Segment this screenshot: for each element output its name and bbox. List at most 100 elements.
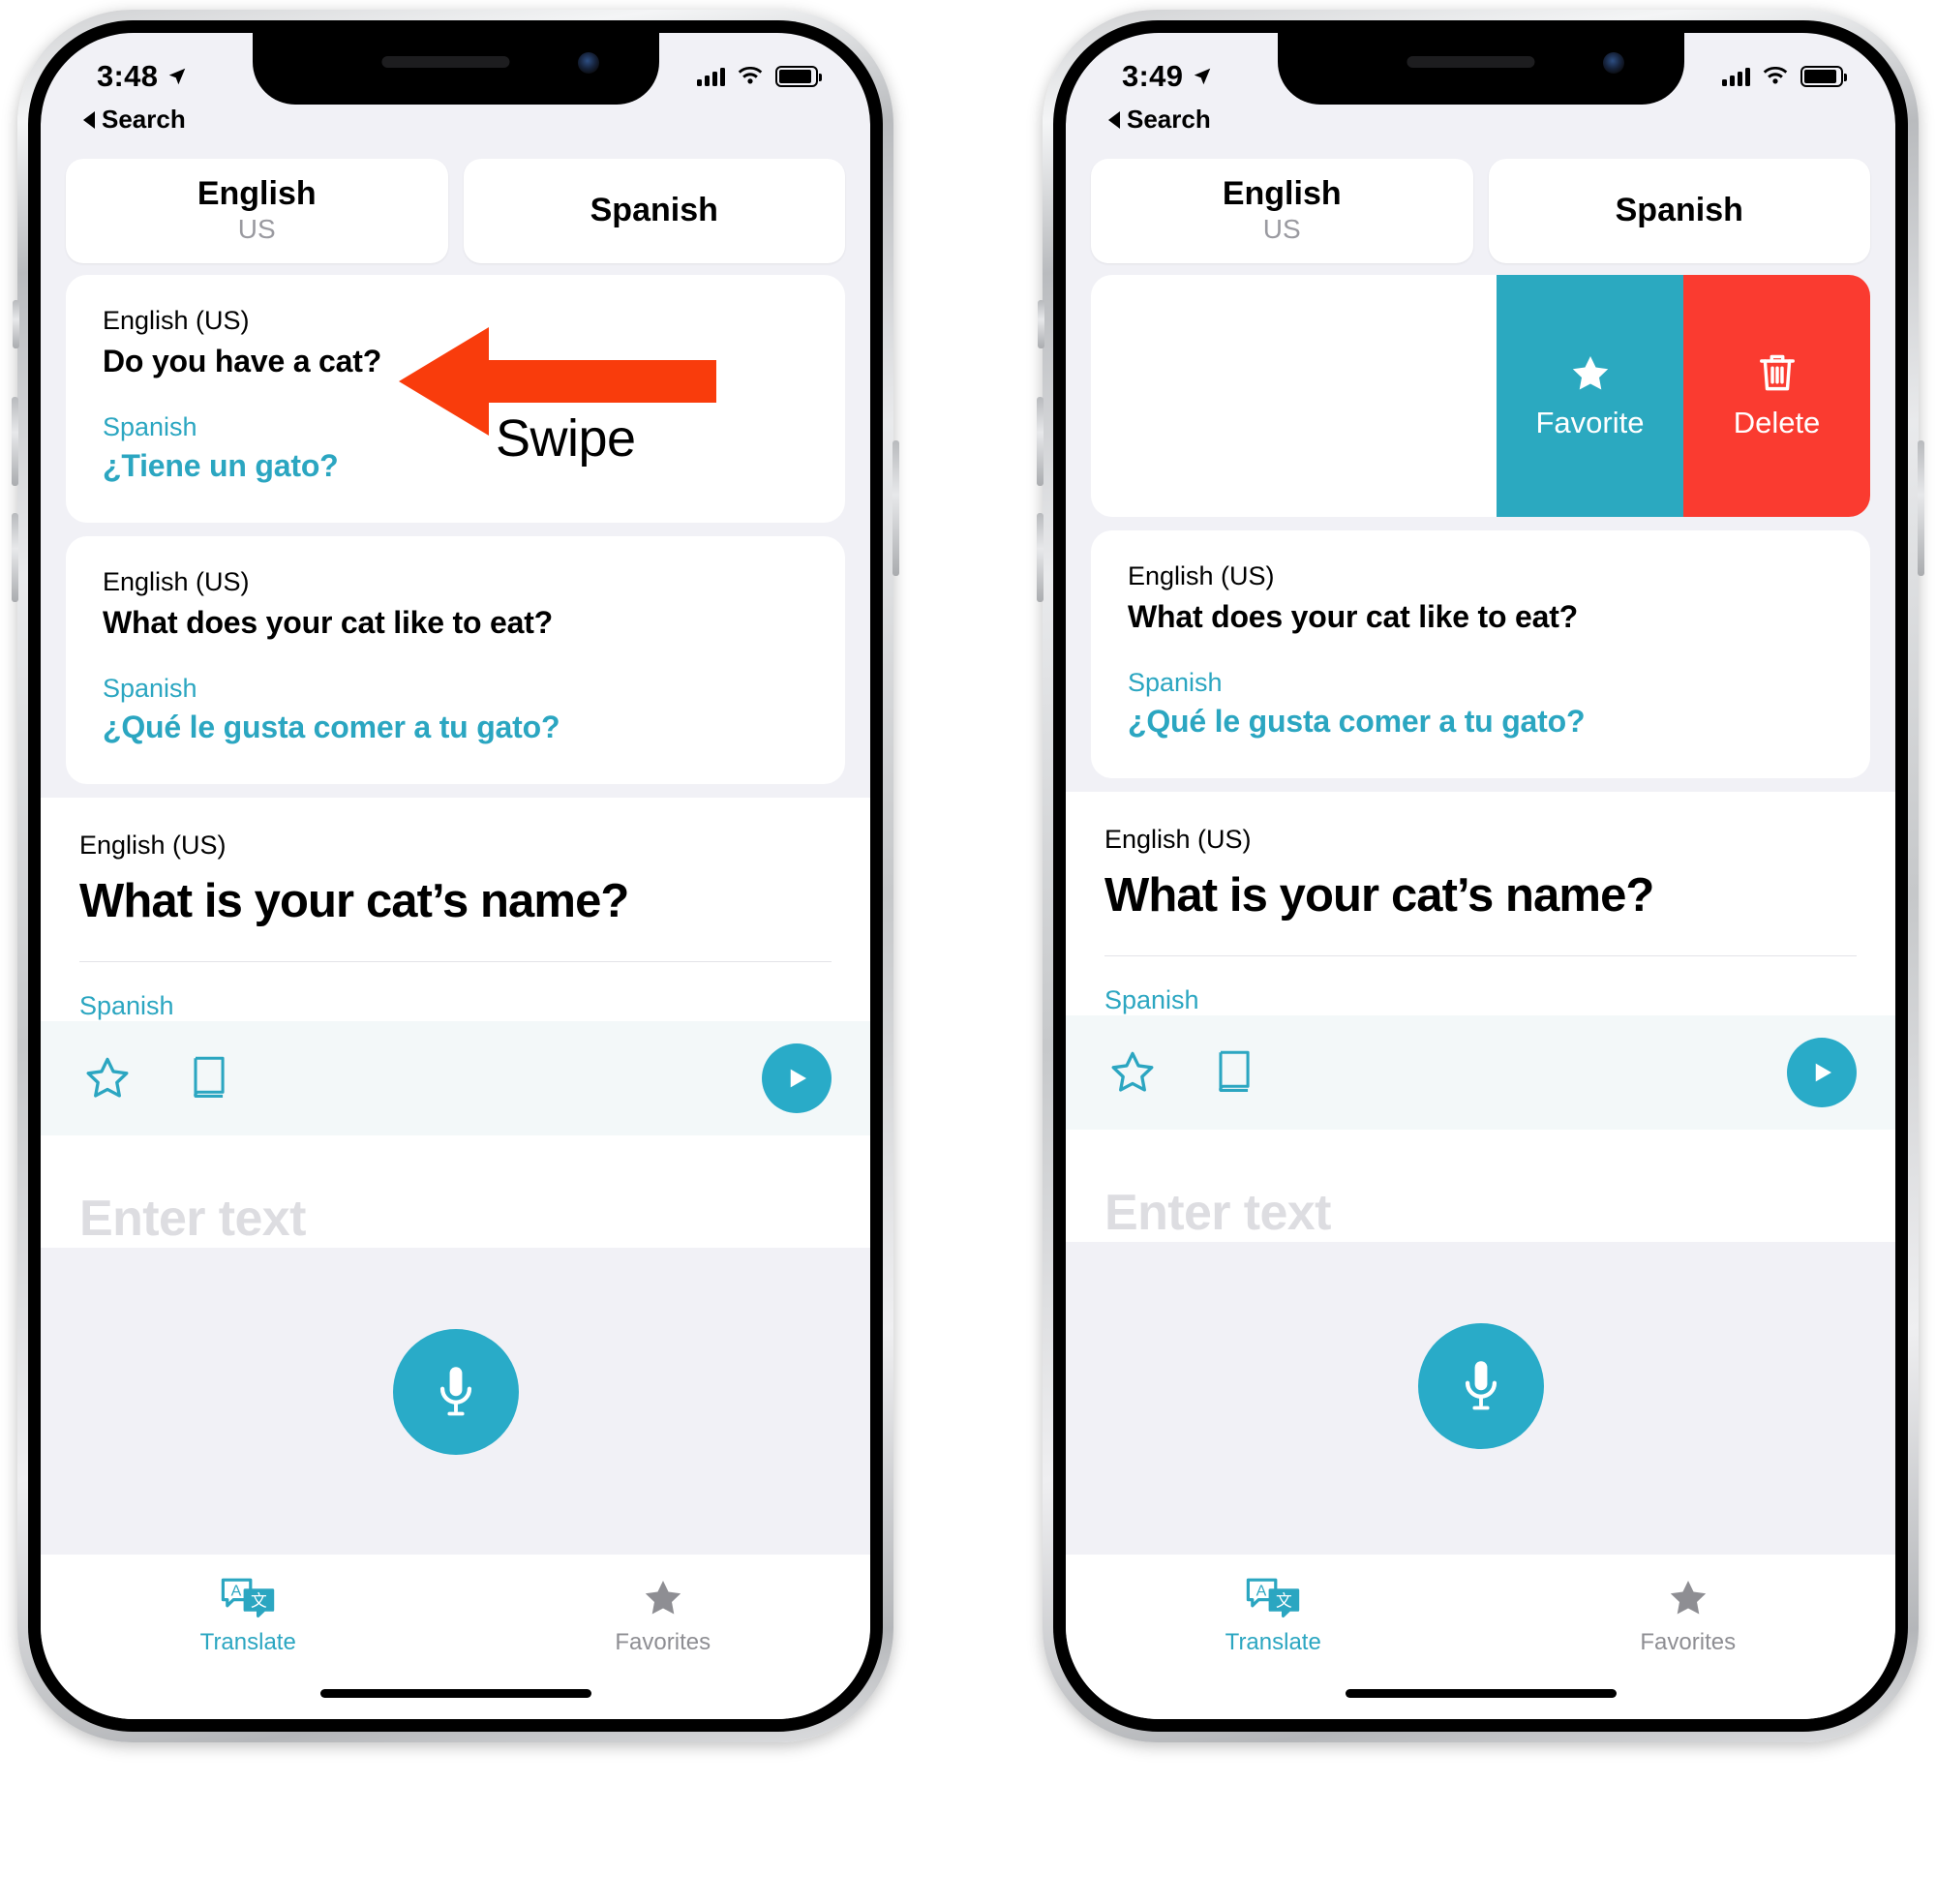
battery-icon [775,66,822,87]
status-indicators [1722,66,1847,87]
source-language-name: English [1222,174,1342,212]
card-source-text: What does your cat like to eat? [103,605,554,640]
tab-favorites[interactable]: Favorites [456,1576,871,1656]
cellular-bars-icon [1722,67,1750,86]
tab-translate[interactable]: A 文 Translate [1066,1576,1481,1656]
delete-action-button[interactable]: Delete [1683,275,1870,517]
svg-text:文: 文 [1276,1590,1292,1610]
star-outline-icon[interactable] [1104,1044,1161,1101]
source-language-button[interactable]: English US [66,159,448,263]
history-card-swiped[interactable]: t? Favorite [1091,275,1870,517]
cellular-bars-icon [697,67,725,86]
wifi-icon [738,66,763,83]
svg-text:A: A [1256,1584,1267,1600]
volume-up-button[interactable] [1037,397,1044,486]
translation-history-list: English (US) Do you have a cat? Spanish … [41,275,870,1719]
target-language-button[interactable]: Spanish [1488,159,1870,263]
volume-down-button[interactable] [1037,513,1044,602]
enter-text-placeholder: Enter text [1104,1185,1331,1241]
favorite-action-button[interactable]: Favorite [1497,275,1683,517]
tab-translate-label: Translate [199,1629,296,1655]
source-language-name: English [197,174,317,212]
back-triangle-icon [83,110,95,129]
card-target-text: ¿Qué le gusta comer a tu gato? [103,710,560,744]
target-language-button[interactable]: Spanish [463,159,845,263]
tab-favorites[interactable]: Favorites [1481,1576,1896,1656]
status-time: 3:49 [1122,59,1184,93]
source-language-region: US [237,214,276,245]
active-translation-card: English (US) What is your cat’s name? Sp… [41,798,870,1021]
card-source-label: English (US) [103,306,250,335]
svg-text:文: 文 [251,1590,267,1610]
home-indicator[interactable] [319,1689,591,1698]
back-link-label: Search [1127,105,1211,134]
dictionary-book-icon[interactable] [182,1050,238,1106]
active-source-text: What is your cat’s name? [1104,869,1654,922]
language-selector: English US Spanish [66,159,845,263]
notch [252,33,659,105]
card-source-label: English (US) [1128,561,1275,590]
active-source-text: What is your cat’s name? [79,875,629,927]
text-entry-area[interactable]: Enter text [1066,1130,1895,1449]
active-translation-card: English (US) What is your cat’s name? Sp… [1066,792,1895,1015]
battery-icon [1800,66,1847,87]
earpiece-speaker [1406,56,1534,68]
history-card[interactable]: English (US) What does your cat like to … [66,536,845,784]
notch [1277,33,1684,105]
back-triangle-icon [1108,110,1120,129]
play-circle-icon[interactable] [1787,1038,1857,1107]
tab-translate-label: Translate [1225,1629,1321,1655]
phone-bezel: 3:49 Search English US Spanish Favorite … [1053,20,1908,1732]
card-source-text: Do you have a cat? [103,344,382,378]
active-target-label: Spanish [79,991,174,1020]
location-arrow-icon [169,68,186,85]
text-entry-area[interactable]: Enter text [41,1135,870,1455]
microphone-icon[interactable] [1417,1323,1544,1449]
star-outline-icon[interactable] [79,1050,136,1106]
translate-bubbles-icon: A 文 [222,1578,275,1617]
card-target-text: ¿Tiene un gato? [103,448,339,483]
translation-toolbar [41,1021,870,1135]
phone-right: 3:49 Search English US Spanish Favorite … [1037,10,1924,1742]
tab-favorites-label: Favorites [615,1629,711,1655]
active-source-label: English (US) [1104,825,1252,854]
card-source-label: English (US) [103,567,250,596]
translate-bubbles-icon: A 文 [1247,1578,1300,1617]
delete-action-label: Delete [1733,406,1821,439]
mute-switch[interactable] [1038,300,1044,348]
star-filled-icon [1670,1580,1706,1615]
back-to-search-link[interactable]: Search [1108,105,1211,135]
tab-translate[interactable]: A 文 Translate [41,1576,456,1656]
history-card[interactable]: English (US) What does your cat like to … [1091,530,1870,778]
back-to-search-link[interactable]: Search [83,105,186,135]
status-time: 3:48 [97,59,159,93]
phone-screen: 3:48 Search English US Spanish English (… [41,33,870,1719]
volume-up-button[interactable] [12,397,18,486]
volume-down-button[interactable] [12,513,18,602]
microphone-icon[interactable] [392,1329,519,1455]
earpiece-speaker [380,56,509,68]
power-button[interactable] [1918,440,1924,576]
enter-text-placeholder: Enter text [79,1191,306,1247]
target-language-name: Spanish [1615,192,1743,229]
phone-left: 3:48 Search English US Spanish English (… [12,10,899,1742]
front-camera-icon [1602,52,1624,74]
translation-history-list: t? Favorite [1066,275,1895,1719]
status-time-group: 3:48 [97,59,188,94]
power-button[interactable] [892,440,899,576]
swipe-action-buttons: Favorite Delete [1497,275,1870,517]
home-indicator[interactable] [1345,1689,1617,1698]
dictionary-book-icon[interactable] [1207,1044,1263,1101]
history-card[interactable]: English (US) Do you have a cat? Spanish … [66,275,845,523]
source-language-button[interactable]: English US [1091,159,1473,263]
active-source-label: English (US) [79,831,227,860]
card-target-label: Spanish [1128,668,1223,697]
target-language-name: Spanish [590,192,718,229]
favorite-action-label: Favorite [1535,406,1645,439]
phone-bezel: 3:48 Search English US Spanish English (… [28,20,883,1732]
mute-switch[interactable] [13,300,19,348]
play-circle-icon[interactable] [762,1043,832,1113]
phone-screen: 3:49 Search English US Spanish Favorite … [1066,33,1895,1719]
svg-text:A: A [231,1584,242,1600]
status-time-group: 3:49 [1122,59,1213,94]
